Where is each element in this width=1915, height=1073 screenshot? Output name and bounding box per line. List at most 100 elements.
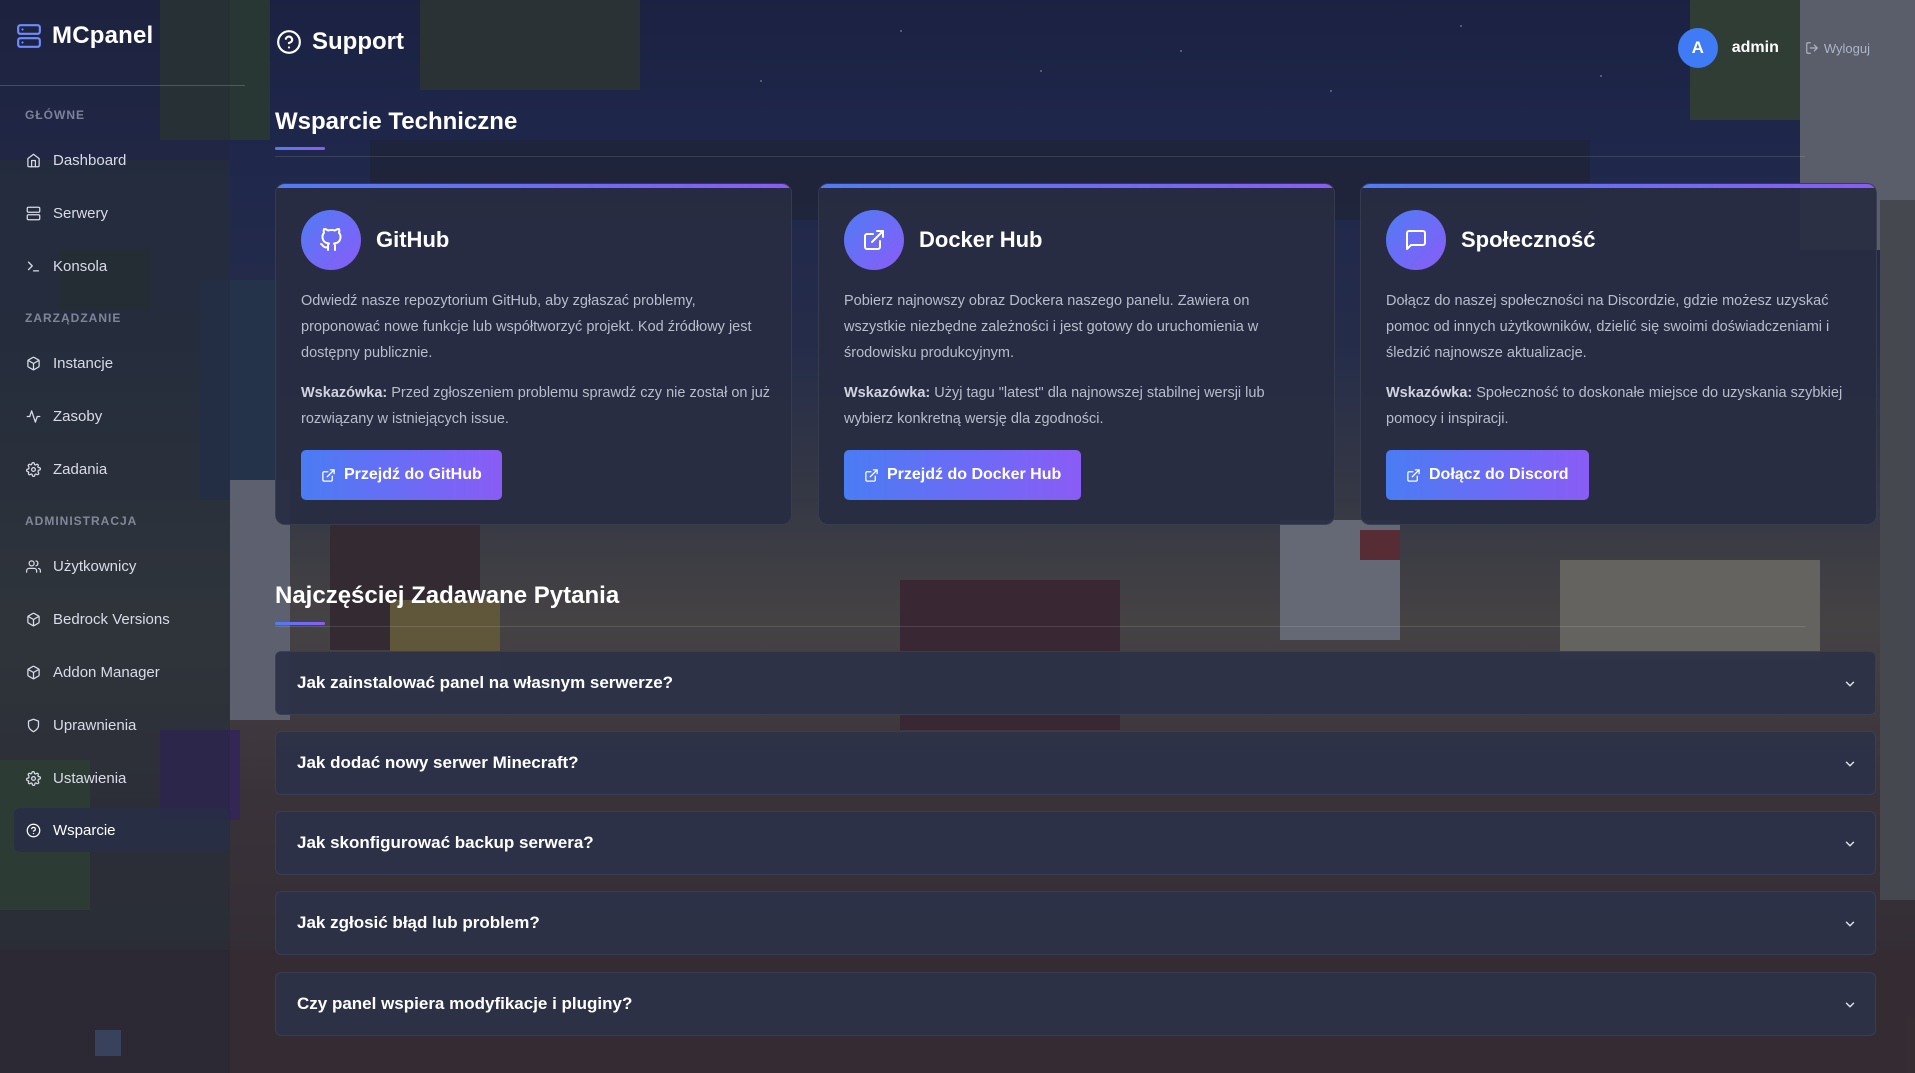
server-icon	[26, 206, 41, 220]
button-label: Dołącz do Discord	[1429, 466, 1569, 483]
chevron-down-icon	[1845, 761, 1855, 767]
sidebar-item-wsparcie[interactable]: Wsparcie	[14, 808, 229, 852]
card-header: GitHub	[301, 210, 449, 270]
card-tip: Wskazówka: Społeczność to doskonałe miej…	[1386, 380, 1856, 432]
docker-hub-button[interactable]: Przejdź do Docker Hub	[844, 450, 1082, 500]
box-icon	[27, 356, 40, 370]
shield-icon	[27, 718, 40, 732]
faq-item[interactable]: Czy panel wspiera modyfikacje i pluginy?	[275, 972, 1876, 1036]
card-description: Pobierz najnowszy obraz Dockera naszego …	[844, 293, 1259, 361]
sidebar-item-label: Addon Manager	[53, 663, 160, 681]
sidebar-item-uprawnienia[interactable]: Uprawnienia	[14, 703, 229, 747]
faq-question: Jak zainstalować panel na własnym serwer…	[297, 673, 674, 692]
support-section-title: Wsparcie Techniczne	[275, 108, 518, 135]
discord-button[interactable]: Dołącz do Discord	[1386, 450, 1589, 500]
card-tip: Wskazówka: Użyj tagu "latest" dla najnow…	[844, 380, 1314, 432]
card-title: Społeczność	[1461, 227, 1596, 252]
github-button[interactable]: Przejdź do GitHub	[301, 450, 502, 500]
faq-item[interactable]: Jak skonfigurować backup serwera?	[275, 811, 1876, 875]
section-label-zarzadzanie: ZARZĄDZANIE	[25, 311, 122, 325]
tip-label: Wskazówka:	[301, 385, 388, 401]
sidebar-item-konsola[interactable]: Konsola	[14, 244, 229, 288]
box-icon	[27, 665, 40, 679]
sidebar-item-label: Użytkownicy	[53, 557, 137, 575]
home-icon	[27, 153, 40, 167]
logout-button[interactable]: Wyloguj	[1805, 41, 1870, 56]
section-divider	[275, 156, 1805, 157]
settings-icon	[26, 770, 41, 786]
sidebar-item-serwery[interactable]: Serwery	[14, 191, 229, 235]
sidebar-item-ustawienia[interactable]: Ustawienia	[14, 756, 229, 800]
faq-item[interactable]: Jak dodać nowy serwer Minecraft?	[275, 731, 1876, 795]
sidebar-item-label: Zasoby	[53, 407, 103, 425]
sidebar-item-label: Zadania	[53, 460, 108, 478]
external-link-icon	[865, 468, 878, 482]
sidebar-item-zadania[interactable]: Zadania	[14, 447, 229, 491]
tip-label: Wskazówka:	[844, 385, 931, 401]
avatar[interactable]: A	[1677, 28, 1718, 68]
sidebar-item-label: Ustawienia	[53, 769, 127, 787]
support-card-github: GitHub Odwiedź nasze repozytorium GitHub…	[275, 183, 792, 525]
faq-item[interactable]: Jak zainstalować panel na własnym serwer…	[275, 651, 1876, 715]
card-header: Docker Hub	[844, 210, 1042, 270]
sidebar-item-label: Dashboard	[53, 151, 127, 169]
card-title: GitHub	[376, 227, 450, 252]
section-label-administracja: ADMINISTRACJA	[25, 514, 138, 528]
box-icon	[27, 612, 40, 626]
username[interactable]: admin	[1732, 39, 1779, 57]
message-square-icon	[1406, 230, 1426, 250]
server-logo-icon	[17, 24, 41, 48]
log-out-icon	[1806, 42, 1818, 54]
sidebar-item-label: Serwery	[53, 204, 109, 222]
activity-icon	[26, 409, 41, 423]
top-header: Support A admin Wyloguj	[230, 0, 1915, 90]
user-menu: A admin Wyloguj	[1677, 28, 1870, 68]
faq-question: Czy panel wspiera modyfikacje i pluginy?	[297, 994, 633, 1013]
section-label-glowne: GŁÓWNE	[25, 108, 85, 122]
sidebar-item-instancje[interactable]: Instancje	[14, 341, 229, 385]
button-label: Przejdź do Docker Hub	[887, 466, 1062, 483]
sidebar-item-bedrock-versions[interactable]: Bedrock Versions	[14, 597, 229, 641]
tip-label: Wskazówka:	[1386, 385, 1473, 401]
section-divider	[275, 626, 1805, 627]
support-card-community: Społeczność Dołącz do naszej społecznośc…	[1360, 183, 1877, 525]
sidebar-item-dashboard[interactable]: Dashboard	[14, 138, 229, 182]
sidebar-item-label: Konsola	[53, 257, 108, 275]
sidebar-item-zasoby[interactable]: Zasoby	[14, 394, 229, 438]
help-circle-icon	[277, 30, 301, 54]
sidebar-item-label: Bedrock Versions	[53, 610, 170, 628]
brand-name: MCpanel	[52, 22, 154, 49]
faq-question: Jak dodać nowy serwer Minecraft?	[297, 753, 579, 772]
logout-label: Wyloguj	[1823, 40, 1870, 56]
sidebar-item-addon-manager[interactable]: Addon Manager	[14, 650, 229, 694]
chevron-down-icon	[1845, 1002, 1855, 1008]
sidebar-item-uzytkownicy[interactable]: Użytkownicy	[14, 544, 229, 588]
page-title-text: Support	[312, 28, 404, 55]
chevron-down-icon	[1845, 681, 1855, 687]
external-link-icon	[1407, 468, 1420, 482]
faq-question: Jak skonfigurować backup serwera?	[297, 833, 594, 852]
card-tip: Wskazówka: Przed zgłoszeniem problemu sp…	[301, 380, 771, 432]
help-circle-icon	[26, 823, 41, 837]
card-description: Dołącz do naszej społeczności na Discord…	[1386, 293, 1830, 361]
cog-icon	[26, 461, 41, 477]
card-icon	[1386, 210, 1446, 270]
external-link-icon	[864, 230, 884, 250]
users-icon	[26, 559, 41, 573]
sidebar-item-label: Uprawnienia	[53, 716, 137, 734]
brand-divider	[0, 85, 245, 86]
sidebar-item-label: Wsparcie	[53, 821, 116, 839]
button-label: Przejdź do GitHub	[344, 466, 482, 483]
card-icon	[301, 210, 361, 270]
sidebar: MCpanel GŁÓWNE Dashboard Serwery Konsola…	[0, 0, 245, 1073]
card-description: Odwiedź nasze repozytorium GitHub, aby z…	[301, 293, 752, 361]
support-card-docker-hub: Docker Hub Pobierz najnowszy obraz Docke…	[818, 183, 1335, 525]
github-icon	[320, 228, 342, 251]
card-title: Docker Hub	[919, 227, 1043, 252]
chevron-down-icon	[1845, 841, 1855, 847]
faq-item[interactable]: Jak zgłosić błąd lub problem?	[275, 891, 1876, 955]
card-icon	[844, 210, 904, 270]
brand[interactable]: MCpanel	[16, 22, 153, 50]
page-title: Support	[276, 28, 404, 56]
faq-question: Jak zgłosić błąd lub problem?	[297, 913, 540, 932]
